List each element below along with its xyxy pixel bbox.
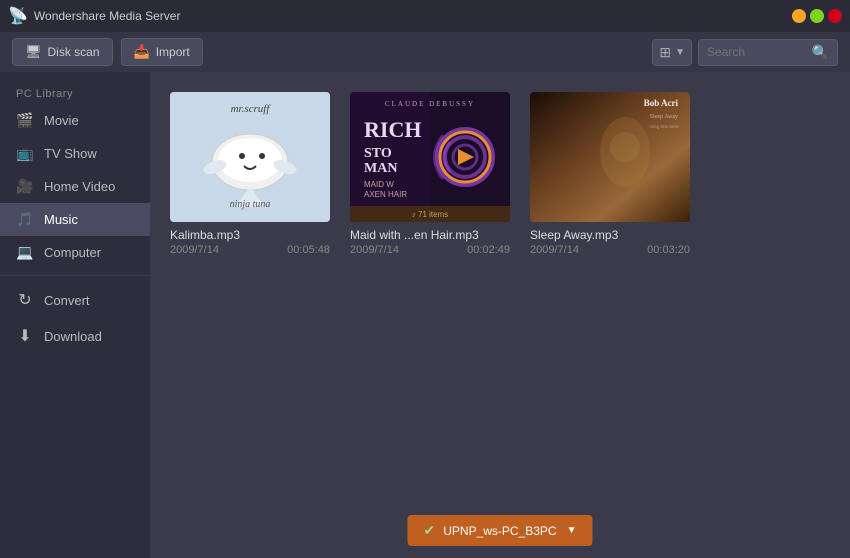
- media-duration: 00:02:49: [467, 244, 510, 256]
- media-title: Kalimba.mp3: [170, 228, 330, 242]
- pc-library-label: PC Library: [0, 80, 150, 104]
- device-label: UPNP_ws-PC_B3PC: [443, 524, 556, 538]
- view-toggle-button[interactable]: ⊞ ▼: [652, 39, 692, 66]
- sidebar-item-movie[interactable]: 🎬 Movie: [0, 104, 150, 137]
- media-meta: 2009/7/14 00:05:48: [170, 244, 330, 256]
- toolbar-right: ⊞ ▼ 🔍: [652, 39, 838, 66]
- chevron-down-icon: ▼: [675, 47, 685, 58]
- minimize-button[interactable]: −: [792, 9, 806, 23]
- disk-scan-button[interactable]: 🖥 Disk scan: [12, 38, 113, 66]
- download-icon: ⬇: [16, 326, 34, 346]
- search-box: 🔍: [698, 39, 838, 66]
- import-icon: 📥: [134, 44, 150, 60]
- svg-text:♪ 71 items: ♪ 71 items: [412, 210, 448, 219]
- svg-text:CLAUDE DEBUSSY: CLAUDE DEBUSSY: [385, 100, 475, 108]
- media-meta: 2009/7/14 00:02:49: [350, 244, 510, 256]
- media-thumbnail: Bob Acri Sleep Away long title here: [530, 92, 690, 222]
- media-grid: mr.scruff ninja tuna Kalimba.mp3 2009/7/…: [170, 92, 830, 256]
- svg-text:MAID W: MAID W: [364, 180, 394, 189]
- app-title: Wondershare Media Server: [34, 9, 181, 23]
- svg-text:Sleep Away: Sleep Away: [650, 114, 678, 120]
- media-title: Maid with ...en Hair.mp3: [350, 228, 510, 242]
- media-thumbnail: CLAUDE DEBUSSY RICH STO MAN MAID W AXEN …: [350, 92, 510, 222]
- sidebar-item-convert[interactable]: ↻ Convert: [0, 282, 150, 318]
- svg-text:long title here: long title here: [650, 125, 679, 130]
- check-icon: ✔: [423, 522, 435, 539]
- svg-text:mr.scruff: mr.scruff: [231, 103, 272, 115]
- device-status-bar: ✔ UPNP_ws-PC_B3PC ▼: [407, 515, 592, 546]
- media-date: 2009/7/14: [530, 244, 579, 256]
- media-info: Sleep Away.mp3 2009/7/14 00:03:20: [530, 228, 690, 256]
- import-button[interactable]: 📥 Import: [121, 38, 203, 66]
- sidebar-item-download[interactable]: ⬇ Download: [0, 318, 150, 354]
- grid-view-icon: ⊞: [659, 44, 671, 61]
- media-duration: 00:05:48: [287, 244, 330, 256]
- search-input[interactable]: [707, 45, 806, 59]
- convert-icon: ↻: [16, 290, 34, 310]
- list-item[interactable]: Bob Acri Sleep Away long title here Slee…: [530, 92, 690, 256]
- media-info: Kalimba.mp3 2009/7/14 00:05:48: [170, 228, 330, 256]
- home-video-icon: 🎥: [16, 178, 34, 195]
- svg-text:ninja tuna: ninja tuna: [230, 199, 271, 210]
- media-meta: 2009/7/14 00:03:20: [530, 244, 690, 256]
- list-item[interactable]: CLAUDE DEBUSSY RICH STO MAN MAID W AXEN …: [350, 92, 510, 256]
- maximize-button[interactable]: □: [810, 9, 824, 23]
- svg-text:STO: STO: [364, 146, 392, 161]
- title-controls: − □ ×: [792, 9, 842, 23]
- search-icon: 🔍: [812, 44, 829, 61]
- list-item[interactable]: mr.scruff ninja tuna Kalimba.mp3 2009/7/…: [170, 92, 330, 256]
- music-icon: 🎵: [16, 211, 34, 228]
- media-date: 2009/7/14: [170, 244, 219, 256]
- sidebar: PC Library 🎬 Movie 📺 TV Show 🎥 Home Vide…: [0, 72, 150, 558]
- sidebar-item-tvshow[interactable]: 📺 TV Show: [0, 137, 150, 170]
- svg-text:Bob Acri: Bob Acri: [644, 98, 679, 108]
- svg-text:MAN: MAN: [364, 161, 397, 176]
- title-left: 📡 Wondershare Media Server: [8, 6, 180, 26]
- toolbar-left: 🖥 Disk scan 📥 Import: [12, 38, 203, 66]
- sidebar-item-music[interactable]: 🎵 Music: [0, 203, 150, 236]
- close-button[interactable]: ×: [828, 9, 842, 23]
- computer-icon: 💻: [16, 244, 34, 261]
- app-icon: 📡: [8, 6, 28, 26]
- media-title: Sleep Away.mp3: [530, 228, 690, 242]
- media-date: 2009/7/14: [350, 244, 399, 256]
- device-chevron-icon: ▼: [567, 525, 577, 536]
- sidebar-item-home-video[interactable]: 🎥 Home Video: [0, 170, 150, 203]
- content-area: mr.scruff ninja tuna Kalimba.mp3 2009/7/…: [150, 72, 850, 558]
- media-info: Maid with ...en Hair.mp3 2009/7/14 00:02…: [350, 228, 510, 256]
- svg-text:AXEN HAIR: AXEN HAIR: [364, 190, 407, 199]
- disk-scan-icon: 🖥: [25, 44, 42, 60]
- main-layout: PC Library 🎬 Movie 📺 TV Show 🎥 Home Vide…: [0, 72, 850, 558]
- movie-icon: 🎬: [16, 112, 34, 129]
- title-bar: 📡 Wondershare Media Server − □ ×: [0, 0, 850, 32]
- device-badge-button[interactable]: ✔ UPNP_ws-PC_B3PC ▼: [407, 515, 592, 546]
- sidebar-divider: [0, 275, 150, 276]
- sidebar-item-computer[interactable]: 💻 Computer: [0, 236, 150, 269]
- media-thumbnail: mr.scruff ninja tuna: [170, 92, 330, 222]
- svg-text:RICH: RICH: [364, 117, 421, 142]
- media-duration: 00:03:20: [647, 244, 690, 256]
- toolbar: 🖥 Disk scan 📥 Import ⊞ ▼ 🔍: [0, 32, 850, 72]
- tvshow-icon: 📺: [16, 145, 34, 162]
